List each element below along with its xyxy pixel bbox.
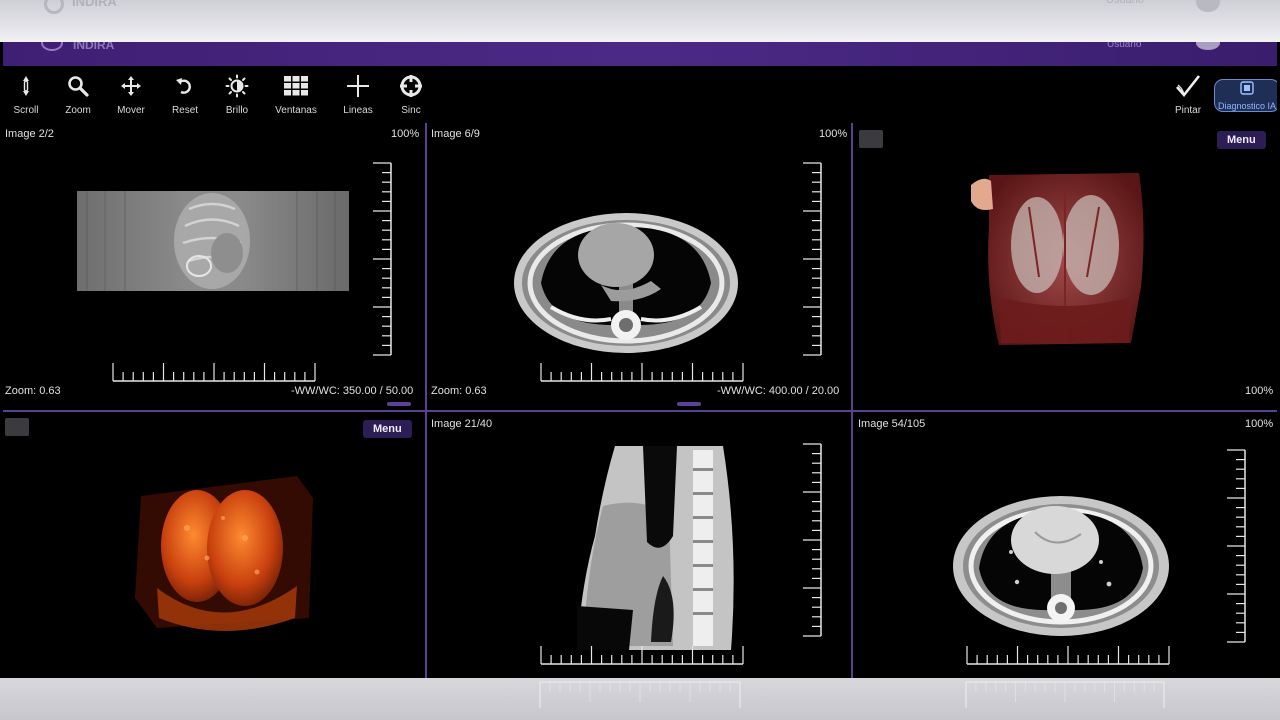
ventanas-label: Ventanas xyxy=(275,105,317,116)
logo-icon xyxy=(41,42,63,51)
image-index: Image 21/40 xyxy=(431,418,493,430)
zoom-label: Zoom xyxy=(65,105,91,116)
grid-layout-icon xyxy=(282,72,310,100)
sync-tool-button[interactable]: Sinc xyxy=(396,72,426,120)
viewport-3[interactable]: Menu 100% xyxy=(853,123,1277,410)
user-ghost: Usuario xyxy=(1106,0,1144,6)
zoom-percent: 100% xyxy=(1245,385,1274,397)
sync-target-icon xyxy=(397,72,425,100)
grid-divider xyxy=(425,123,427,678)
plus-icon xyxy=(344,72,372,100)
horizontal-ruler xyxy=(966,646,1170,665)
pintar-label: Pintar xyxy=(1174,105,1202,116)
reset-tool-button[interactable]: Reset xyxy=(170,72,200,120)
magnifier-icon xyxy=(64,72,92,100)
image-index: Image 2/2 xyxy=(5,128,54,140)
window-level-readout: -WW/WC: 350.00 / 50.00 xyxy=(291,385,414,397)
zoom-readout: Zoom: 0.63 xyxy=(431,385,487,397)
scroll-tool-button[interactable]: Scroll xyxy=(11,72,41,120)
move-tool-button[interactable]: Mover xyxy=(115,72,147,120)
reset-label: Reset xyxy=(171,105,199,116)
lung-render-image xyxy=(135,476,313,631)
grid-divider xyxy=(851,123,853,678)
scroll-label: Scroll xyxy=(13,105,39,116)
grid-divider xyxy=(3,410,1277,412)
stack-scroll-indicator[interactable] xyxy=(387,402,411,406)
viewport-1[interactable]: Image 2/2 100% Zoom: 0.63 -WW/WC: 350.00… xyxy=(3,123,425,410)
view-options-button[interactable] xyxy=(5,418,29,436)
paint-tool-button[interactable]: Pintar xyxy=(1171,72,1205,120)
user-name: Usuario xyxy=(1107,42,1142,50)
viewport-5[interactable]: Image 21/40 xyxy=(427,412,851,678)
vertical-ruler xyxy=(803,443,822,637)
bottom-reflection xyxy=(0,678,1280,720)
viewer-app: INDIRA Usuario Scroll Zoom Mover Reset B… xyxy=(3,42,1277,678)
image-index: Image 54/105 xyxy=(858,418,926,430)
brand-ghost: INDIRA xyxy=(72,0,117,9)
brand-name: INDIRA xyxy=(73,42,115,52)
window-level-readout: -WW/WC: 400.00 / 20.00 xyxy=(717,385,840,397)
vertical-ruler xyxy=(373,162,392,356)
brillo-label: Brillo xyxy=(225,105,249,116)
ai-chip-icon xyxy=(1240,80,1254,100)
sagittal-ct-image xyxy=(577,446,734,650)
mover-label: Mover xyxy=(117,105,145,116)
app-header: INDIRA Usuario xyxy=(3,42,1277,66)
horizontal-ruler xyxy=(540,363,744,382)
menu-button[interactable]: Menu xyxy=(1217,131,1266,149)
axial-heart-ct-image xyxy=(953,496,1169,636)
sinc-label: Sinc xyxy=(401,105,421,116)
view-options-button[interactable] xyxy=(859,130,883,148)
avatar-icon xyxy=(1196,0,1220,12)
windows-tool-button[interactable]: Ventanas xyxy=(273,72,319,120)
stack-scroll-indicator[interactable] xyxy=(677,402,701,406)
zoom-tool-button[interactable]: Zoom xyxy=(63,72,93,120)
top-reflection: INDIRA Usuario xyxy=(0,0,1280,42)
lineas-label: Lineas xyxy=(343,105,373,116)
viewport-4[interactable]: Menu xyxy=(3,412,425,678)
zoom-percent: 100% xyxy=(1245,418,1274,430)
toolbar: Scroll Zoom Mover Reset Brillo Ventanas … xyxy=(3,66,1277,123)
zoom-percent: 100% xyxy=(819,128,848,140)
scout-image xyxy=(77,191,349,291)
brightness-icon xyxy=(223,72,251,100)
volume-render-image xyxy=(971,173,1144,345)
horizontal-ruler xyxy=(112,363,316,382)
avatar-icon[interactable] xyxy=(1196,42,1220,50)
axial-ct-image xyxy=(514,213,738,353)
vertical-ruler xyxy=(1227,449,1246,643)
viewport-2[interactable]: Image 6/9 100% Zoom: 0.63 -WW/WC: 400.00… xyxy=(427,123,851,410)
undo-arrow-icon xyxy=(171,72,199,100)
brightness-tool-button[interactable]: Brillo xyxy=(222,72,252,120)
viewport-6[interactable]: Image 54/105 100% xyxy=(853,412,1277,678)
image-index: Image 6/9 xyxy=(431,128,480,140)
check-brush-icon xyxy=(1174,72,1202,100)
scroll-icon xyxy=(12,72,40,100)
move-arrows-icon xyxy=(117,72,145,100)
zoom-percent: 100% xyxy=(391,128,420,140)
vertical-ruler xyxy=(803,162,822,356)
horizontal-ruler xyxy=(540,646,744,665)
menu-button[interactable]: Menu xyxy=(363,420,412,438)
lines-tool-button[interactable]: Lineas xyxy=(341,72,375,120)
zoom-readout: Zoom: 0.63 xyxy=(5,385,61,397)
diagnostico-label: Diagnostico IA xyxy=(1217,100,1277,111)
viewport-grid: Image 2/2 100% Zoom: 0.63 -WW/WC: 350.00… xyxy=(3,123,1277,678)
logo-icon xyxy=(44,0,64,14)
ai-diagnosis-button[interactable]: Diagnostico IA xyxy=(1214,79,1277,112)
